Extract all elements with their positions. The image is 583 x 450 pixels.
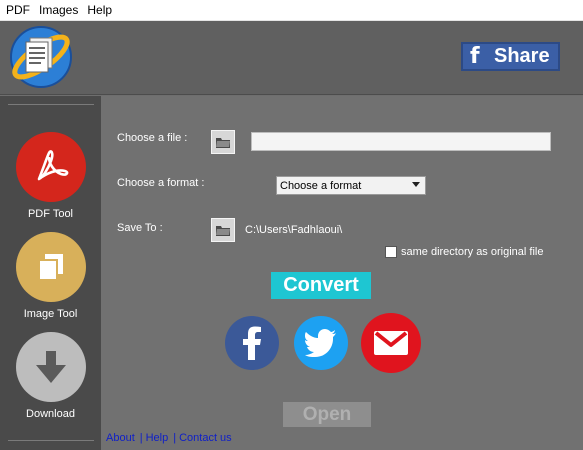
browse-save-button[interactable] <box>211 218 235 242</box>
format-select[interactable]: Choose a format <box>276 176 426 195</box>
footer-separator: | <box>139 432 143 444</box>
acrobat-icon <box>15 132 86 202</box>
email-button[interactable] <box>361 313 421 373</box>
facebook-icon <box>243 326 261 360</box>
same-directory-checkbox[interactable] <box>385 246 397 258</box>
menu-images[interactable]: Images <box>39 0 78 21</box>
menu-bar: PDF Images Help <box>0 0 583 21</box>
facebook-share-button[interactable]: f Share <box>461 42 560 71</box>
sidebar-item-label: Download <box>26 408 75 420</box>
menu-pdf[interactable]: PDF <box>6 0 30 21</box>
twitter-button[interactable] <box>294 316 348 370</box>
sidebar-item-label: PDF Tool <box>27 208 74 220</box>
contact-link[interactable]: Contact us <box>179 432 232 444</box>
sidebar-item-image-tool[interactable]: Image Tool <box>0 232 101 320</box>
choose-file-label: Choose a file : <box>117 132 188 144</box>
convert-button[interactable]: Convert <box>271 272 371 299</box>
folder-icon <box>216 138 230 148</box>
twitter-bird-icon <box>305 329 336 357</box>
copy-icon <box>15 232 86 302</box>
footer-links: About | Help | Contact us <box>106 432 232 444</box>
app-logo <box>8 24 74 90</box>
help-link[interactable]: Help <box>146 432 169 444</box>
sidebar-divider <box>8 104 94 105</box>
file-path-input[interactable] <box>251 132 551 151</box>
facebook-f-icon: f <box>470 43 480 69</box>
main-panel: Choose a file : Choose a format : Choose… <box>101 96 583 450</box>
footer-separator: | <box>173 432 177 444</box>
sidebar-item-download[interactable]: Download <box>0 332 101 420</box>
menu-help[interactable]: Help <box>87 0 112 21</box>
open-button[interactable]: Open <box>283 402 371 427</box>
header-bar: f Share <box>0 21 583 95</box>
same-directory-label: same directory as original file <box>401 246 544 258</box>
about-link[interactable]: About <box>106 432 135 444</box>
download-arrow-icon <box>15 332 86 402</box>
mail-icon <box>374 331 408 355</box>
share-label: Share <box>494 45 550 67</box>
save-to-label: Save To : <box>117 222 163 234</box>
folder-icon <box>216 226 230 236</box>
sidebar-item-label: Image Tool <box>23 308 78 320</box>
save-path: C:\Users\Fadhlaoui\ <box>245 224 343 236</box>
sidebar: PDF Tool Image Tool Download <box>0 96 101 450</box>
sidebar-item-pdf-tool[interactable]: PDF Tool <box>0 132 101 220</box>
choose-format-label: Choose a format : <box>117 177 205 189</box>
format-select-value: Choose a format <box>280 179 362 192</box>
browse-file-button[interactable] <box>211 130 235 154</box>
app-logo-icon <box>10 26 72 88</box>
sidebar-divider <box>8 440 94 441</box>
chevron-down-icon <box>412 182 420 187</box>
facebook-button[interactable] <box>225 316 279 370</box>
